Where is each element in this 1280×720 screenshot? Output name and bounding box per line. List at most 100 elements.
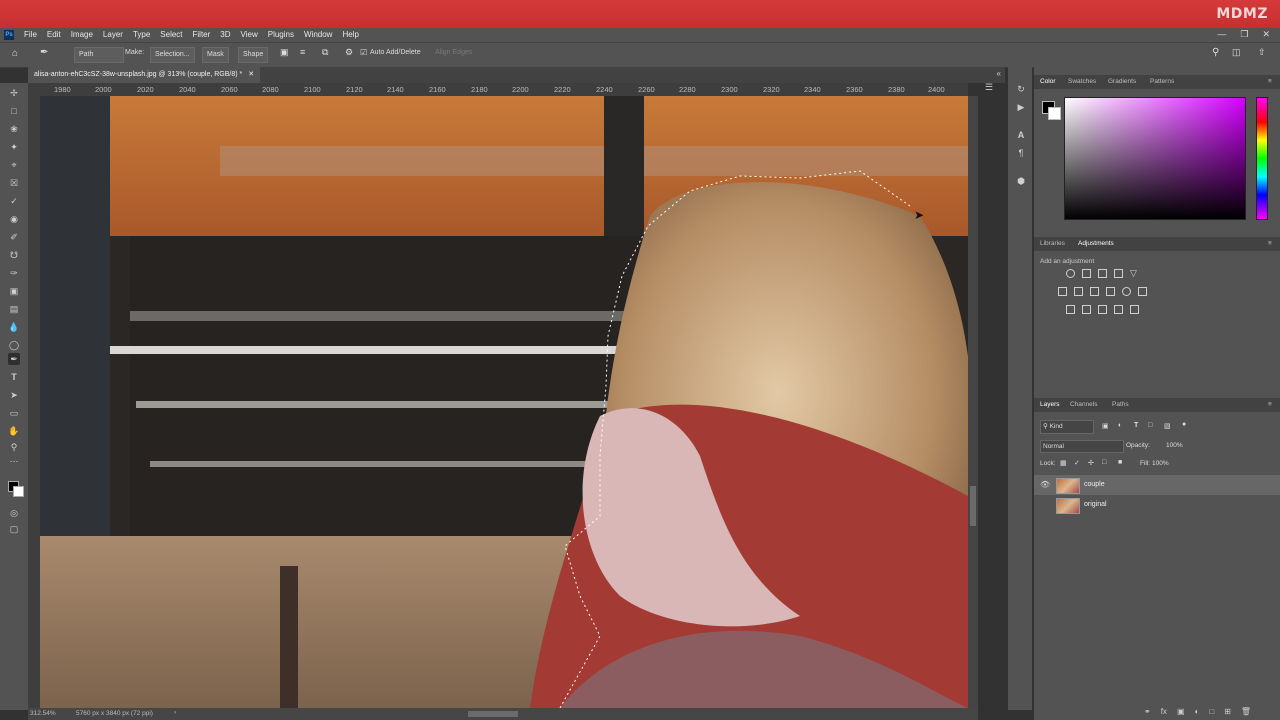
lock-all-icon[interactable]: ■: [1118, 459, 1122, 466]
menu-image[interactable]: Image: [71, 30, 93, 39]
lock-artboard-icon[interactable]: □: [1102, 459, 1106, 466]
color-background-swatch[interactable]: [1048, 107, 1061, 120]
crop-tool-icon[interactable]: ⌖: [8, 159, 20, 171]
pen-mode-select[interactable]: Path: [74, 47, 124, 63]
menu-type[interactable]: Type: [133, 30, 150, 39]
3d-panel-icon[interactable]: ⬢: [1015, 175, 1027, 187]
lasso-tool-icon[interactable]: ❀: [8, 123, 20, 135]
channel-mixer-adjustment-icon[interactable]: [1122, 287, 1131, 296]
panel-menu-icon[interactable]: ≡: [1268, 240, 1272, 247]
tab-close-icon[interactable]: ✕: [248, 71, 254, 78]
blur-tool-icon[interactable]: 💧: [8, 321, 20, 333]
background-color-swatch[interactable]: [13, 486, 24, 497]
pen-tool-icon[interactable]: ✒: [8, 353, 20, 365]
hue-slider[interactable]: [1256, 97, 1268, 220]
vibrance-adjustment-icon[interactable]: ▽: [1130, 269, 1139, 278]
gradient-tool-icon[interactable]: ▤: [8, 303, 20, 315]
properties-panel-icon[interactable]: ☰: [985, 82, 993, 93]
posterize-adjustment-icon[interactable]: [1082, 305, 1091, 314]
path-selection-tool-icon[interactable]: ➤: [8, 389, 20, 401]
tab-channels[interactable]: Channels: [1070, 401, 1097, 408]
brightness-adjustment-icon[interactable]: [1066, 269, 1075, 278]
quick-mask-icon[interactable]: ◎: [8, 507, 20, 519]
gradient-map-adjustment-icon[interactable]: [1114, 305, 1123, 314]
minimize-icon[interactable]: —: [1217, 29, 1226, 40]
filter-shape-icon[interactable]: □: [1148, 422, 1152, 429]
path-arrangement-icon[interactable]: ⧉: [322, 47, 328, 58]
tab-gradients[interactable]: Gradients: [1108, 78, 1136, 85]
eyedropper-tool-icon[interactable]: ✓: [8, 195, 20, 207]
filter-smart-object-icon[interactable]: ▧: [1164, 422, 1171, 430]
menu-file[interactable]: File: [24, 30, 37, 39]
zoom-tool-icon[interactable]: ⚲: [8, 441, 20, 453]
selective-color-adjustment-icon[interactable]: [1130, 305, 1139, 314]
blend-mode-select[interactable]: Normal: [1040, 440, 1124, 453]
new-group-icon[interactable]: □: [1209, 707, 1214, 716]
link-layers-icon[interactable]: ⚭: [1144, 707, 1151, 716]
document-tab[interactable]: alisa-anton-ehC3cSZ-38w-unsplash.jpg @ 3…: [28, 67, 261, 83]
screen-mode-icon[interactable]: ▢: [8, 523, 20, 535]
scrollbar-thumb[interactable]: [970, 486, 976, 526]
tab-layers[interactable]: Layers: [1040, 401, 1060, 408]
layer-row-original[interactable]: original: [1034, 495, 1280, 515]
menu-help[interactable]: Help: [342, 30, 358, 39]
home-icon[interactable]: ⌂: [12, 48, 18, 59]
invert-adjustment-icon[interactable]: [1066, 305, 1075, 314]
tab-color[interactable]: Color: [1040, 78, 1056, 85]
document-canvas[interactable]: ➤: [40, 96, 968, 708]
auto-add-delete-checkbox[interactable]: ☑: [360, 48, 367, 57]
layer-kind-filter[interactable]: ⚲ Kind: [1040, 420, 1094, 434]
history-brush-tool-icon[interactable]: ✑: [8, 267, 20, 279]
selection-button[interactable]: Selection...: [150, 47, 195, 63]
menu-select[interactable]: Select: [160, 30, 182, 39]
delete-layer-icon[interactable]: 🗑: [1241, 707, 1251, 716]
menu-edit[interactable]: Edit: [47, 30, 61, 39]
menu-view[interactable]: View: [241, 30, 258, 39]
new-adjustment-layer-icon[interactable]: ◐: [1195, 707, 1200, 716]
vertical-scrollbar[interactable]: [968, 96, 978, 708]
filter-type-icon[interactable]: T: [1134, 422, 1138, 429]
hue-saturation-adjustment-icon[interactable]: [1058, 287, 1067, 296]
marquee-tool-icon[interactable]: □: [8, 105, 20, 117]
menu-plugins[interactable]: Plugins: [268, 30, 294, 39]
rectangle-tool-icon[interactable]: ▭: [8, 407, 20, 419]
color-lookup-adjustment-icon[interactable]: [1138, 287, 1147, 296]
layer-style-icon[interactable]: fx: [1161, 707, 1167, 716]
menu-filter[interactable]: Filter: [193, 30, 211, 39]
curves-adjustment-icon[interactable]: [1098, 269, 1107, 278]
share-icon[interactable]: ⇧: [1258, 47, 1266, 58]
zoom-readout[interactable]: 312.54%: [30, 710, 56, 717]
exposure-adjustment-icon[interactable]: [1114, 269, 1123, 278]
color-picker-field[interactable]: [1064, 97, 1246, 220]
tab-paths[interactable]: Paths: [1112, 401, 1129, 408]
menu-window[interactable]: Window: [304, 30, 332, 39]
frame-tool-icon[interactable]: ☒: [8, 177, 20, 189]
panel-menu-icon[interactable]: ≡: [1268, 78, 1272, 85]
search-icon[interactable]: ⚲: [1212, 47, 1219, 58]
status-menu-icon[interactable]: ›: [174, 709, 176, 716]
color-balance-adjustment-icon[interactable]: [1074, 287, 1083, 296]
hand-tool-icon[interactable]: ✋: [8, 425, 20, 437]
tab-adjustments[interactable]: Adjustments: [1078, 240, 1114, 247]
paragraph-panel-icon[interactable]: ¶: [1015, 147, 1027, 159]
close-icon[interactable]: ✕: [1262, 29, 1270, 40]
workspace-icon[interactable]: ◫: [1232, 47, 1241, 58]
tab-patterns[interactable]: Patterns: [1150, 78, 1174, 85]
fill-value[interactable]: 100%: [1152, 460, 1169, 467]
panel-menu-icon[interactable]: ≡: [1268, 401, 1272, 408]
photo-filter-adjustment-icon[interactable]: [1106, 287, 1115, 296]
shape-button[interactable]: Shape: [238, 47, 269, 63]
character-panel-icon[interactable]: A: [1015, 129, 1027, 141]
layer-row-couple[interactable]: 👁 couple: [1034, 475, 1280, 495]
black-white-adjustment-icon[interactable]: [1090, 287, 1099, 296]
mask-button[interactable]: Mask: [202, 47, 229, 63]
path-operations-icon[interactable]: ▣: [280, 47, 289, 58]
tab-swatches[interactable]: Swatches: [1068, 78, 1096, 85]
history-panel-icon[interactable]: ↻: [1015, 83, 1027, 95]
menu-3d[interactable]: 3D: [220, 30, 230, 39]
opacity-value[interactable]: 100%: [1166, 442, 1183, 449]
more-tools-icon[interactable]: ⋯: [8, 455, 20, 467]
lock-pixels-icon[interactable]: ✓: [1074, 459, 1080, 467]
healing-brush-tool-icon[interactable]: ◉: [8, 213, 20, 225]
menu-layer[interactable]: Layer: [103, 30, 123, 39]
